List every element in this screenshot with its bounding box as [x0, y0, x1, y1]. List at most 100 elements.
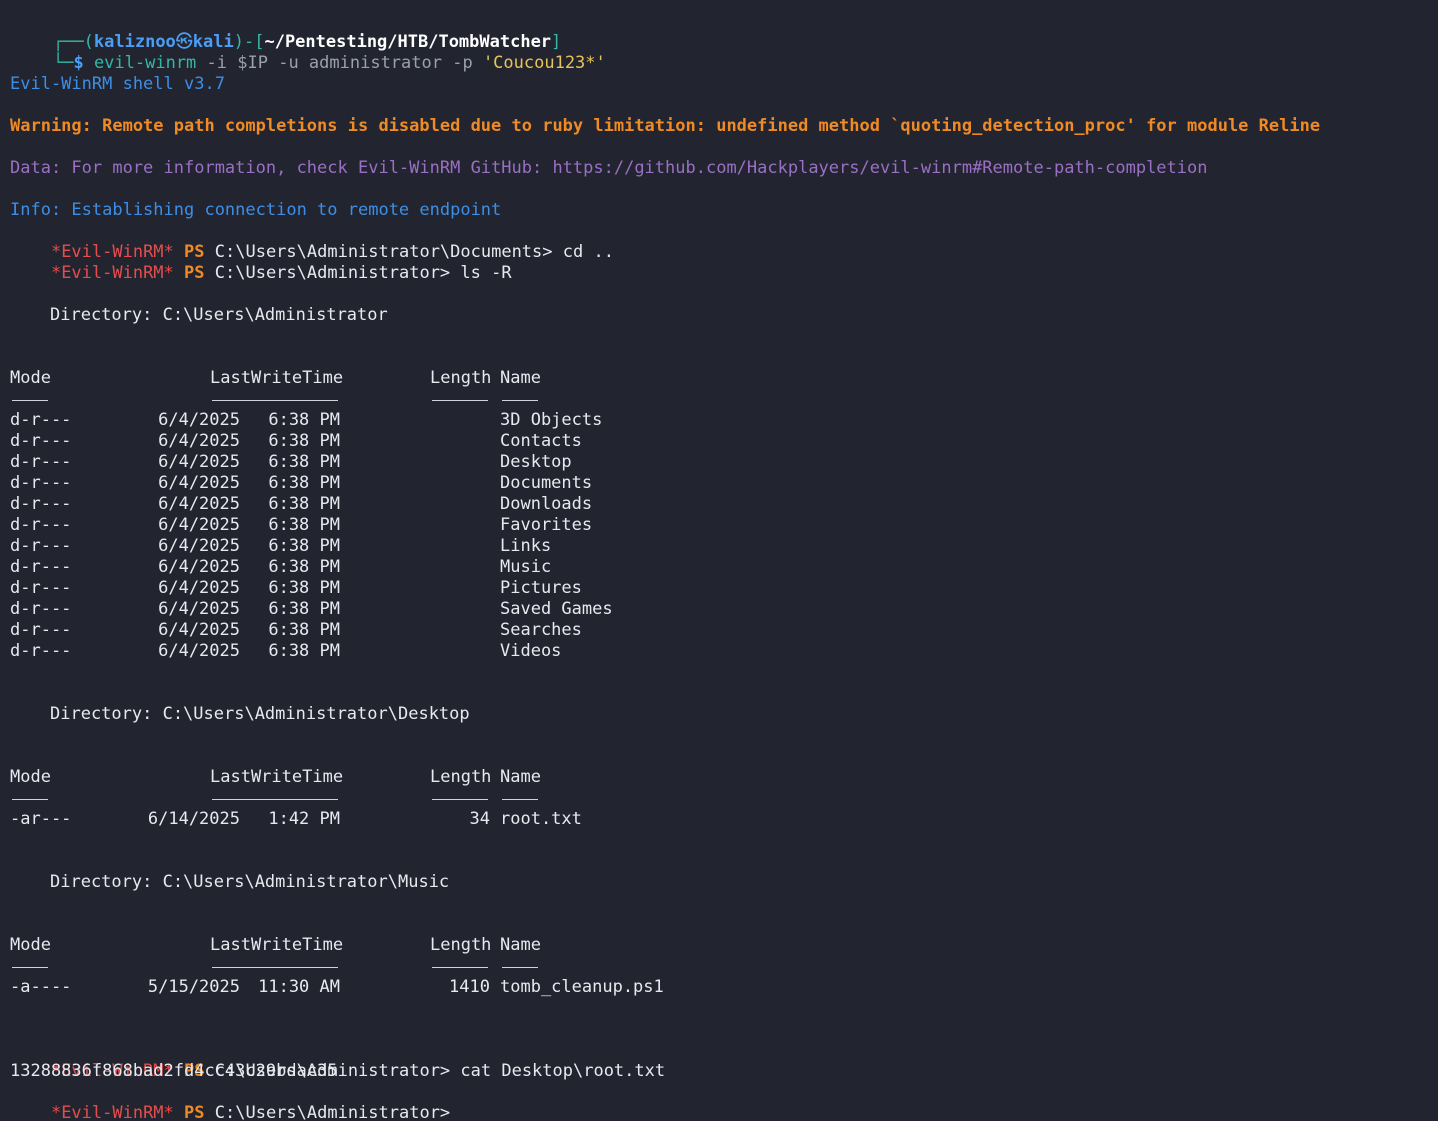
row-time: 11:30 AM [258, 977, 340, 997]
header-underline [502, 967, 538, 968]
header-length: Length [430, 368, 492, 388]
header-underline [12, 799, 48, 800]
header-underline [12, 400, 48, 401]
ps-label: PS [184, 1103, 205, 1121]
terminal-window[interactable]: ┌──(kaliznoo㉿kali)-[~/Pentesting/HTB/Tom… [0, 0, 1438, 1121]
ps-prompt-line: *Evil-WinRM* PS C:\Users\Administrator> … [10, 242, 512, 283]
directory-label-text: Directory: C:\Users\Administrator\Music [50, 872, 450, 892]
data-message: Data: For more information, check Evil-W… [10, 158, 1208, 178]
row-mode: d-r--- [10, 641, 72, 661]
row-mode: d-r--- [10, 599, 72, 619]
flag-output: 13288836f868bad2fd4cc43c29bdac35 [10, 1061, 338, 1081]
row-name: root.txt [500, 809, 582, 829]
row-date: 6/4/2025 [158, 473, 240, 493]
table-row: d-r--- 6/4/2025 6:38 PM Downloads [0, 494, 1438, 515]
table-row: d-r--- 6/4/2025 6:38 PM Documents [0, 473, 1438, 494]
row-length: 34 [469, 809, 490, 829]
row-name: Documents [500, 473, 593, 493]
row-length: 1410 [449, 977, 490, 997]
table-row: d-r--- 6/4/2025 6:38 PM Contacts [0, 431, 1438, 452]
row-date: 6/4/2025 [158, 599, 240, 619]
row-date: 6/4/2025 [158, 557, 240, 577]
row-name: Videos [500, 641, 562, 661]
ps-path: C:\Users\Administrator> [214, 263, 451, 283]
row-mode: d-r--- [10, 557, 72, 577]
command-arg: $IP [237, 53, 268, 73]
table-row: d-r--- 6/4/2025 6:38 PM Searches [0, 620, 1438, 641]
row-time: 6:38 PM [268, 641, 340, 661]
ps-tag: *Evil-WinRM* [50, 263, 174, 283]
row-date: 5/15/2025 [147, 977, 240, 997]
row-date: 6/4/2025 [158, 452, 240, 472]
info-message: Info: Establishing connection to remote … [10, 200, 502, 220]
row-time: 6:38 PM [268, 494, 340, 514]
header-length: Length [430, 767, 492, 787]
row-mode: d-r--- [10, 452, 72, 472]
table-row: d-r--- 6/4/2025 6:38 PM Favorites [0, 515, 1438, 536]
row-time: 6:38 PM [268, 620, 340, 640]
row-name: Desktop [500, 452, 572, 472]
row-date: 6/4/2025 [158, 431, 240, 451]
ps-prompt-line: *Evil-WinRM* PS C:\Users\Administrator> … [10, 1040, 665, 1081]
header-mode: Mode [10, 935, 51, 955]
row-date: 6/4/2025 [158, 536, 240, 556]
header-name: Name [500, 368, 541, 388]
row-name: Favorites [500, 515, 593, 535]
row-time: 1:42 PM [268, 809, 340, 829]
row-time: 6:38 PM [268, 452, 340, 472]
row-mode: d-r--- [10, 620, 72, 640]
header-lastwritetime: LastWriteTime [210, 935, 344, 955]
directory-label-text: Directory: C:\Users\Administrator\Deskto… [50, 704, 470, 724]
row-name: Searches [500, 620, 582, 640]
header-lastwritetime: LastWriteTime [210, 368, 344, 388]
row-mode: d-r--- [10, 536, 72, 556]
header-underline [12, 967, 48, 968]
command-arg: -p [441, 53, 483, 73]
header-underline [502, 799, 538, 800]
ps-prompt-line-active[interactable]: *Evil-WinRM* PS C:\Users\Administrator> [10, 1082, 450, 1121]
command-arg: -u [267, 53, 309, 73]
header-name: Name [500, 767, 541, 787]
row-time: 6:38 PM [268, 473, 340, 493]
row-time: 6:38 PM [268, 557, 340, 577]
row-name: Pictures [500, 578, 582, 598]
ps-command: cat Desktop\root.txt [450, 1061, 666, 1081]
row-mode: d-r--- [10, 494, 72, 514]
shell-prompt-top: ┌──(kaliznoo㉿kali)-[~/Pentesting/HTB/Tom… [12, 11, 561, 52]
table-row: -a---- 5/15/2025 11:30 AM 1410 tomb_cleanup.… [0, 977, 1438, 998]
row-name: Downloads [500, 494, 593, 514]
row-mode: -a---- [10, 977, 72, 997]
shell-prompt-bottom: └─$ evil-winrm -i $IP -u administrator -… [12, 32, 606, 73]
table-row: d-r--- 6/4/2025 6:38 PM Pictures [0, 578, 1438, 599]
table-header: Mode LastWriteTime Length Name [0, 368, 1438, 389]
ps-command: cd .. [552, 242, 614, 262]
row-time: 6:38 PM [268, 578, 340, 598]
command-arg: administrator [308, 53, 442, 73]
ps-command: ls -R [450, 263, 512, 283]
directory-label: Directory: C:\Users\Administrator\Music [0, 872, 1438, 893]
row-name: Contacts [500, 431, 582, 451]
table-header: Mode LastWriteTime Length Name [0, 935, 1438, 956]
row-date: 6/4/2025 [158, 410, 240, 430]
command-arg: -i [196, 53, 238, 73]
ps-prompt-line: *Evil-WinRM* PS C:\Users\Administrator\D… [10, 221, 614, 262]
row-mode: d-r--- [10, 578, 72, 598]
row-name: 3D Objects [500, 410, 603, 430]
directory-label: Directory: C:\Users\Administrator\Deskto… [0, 704, 1438, 725]
ps-label: PS [184, 263, 205, 283]
row-time: 6:38 PM [268, 410, 340, 430]
row-name: Music [500, 557, 552, 577]
row-date: 6/14/2025 [147, 809, 240, 829]
row-mode: d-r--- [10, 473, 72, 493]
row-time: 6:38 PM [268, 536, 340, 556]
command-arg: 'Coucou123*' [482, 53, 606, 73]
header-underline [212, 799, 338, 800]
command-args: -i $IP -u administrator -p 'Coucou123*' [196, 53, 606, 73]
shell-version-message: Evil-WinRM shell v3.7 [10, 74, 225, 94]
header-length: Length [430, 935, 492, 955]
table-row: d-r--- 6/4/2025 6:38 PM Desktop [0, 452, 1438, 473]
row-mode: -ar--- [10, 809, 72, 829]
row-name: Saved Games [500, 599, 613, 619]
directory-label: Directory: C:\Users\Administrator [0, 305, 1438, 326]
command-name: evil-winrm [93, 53, 197, 73]
